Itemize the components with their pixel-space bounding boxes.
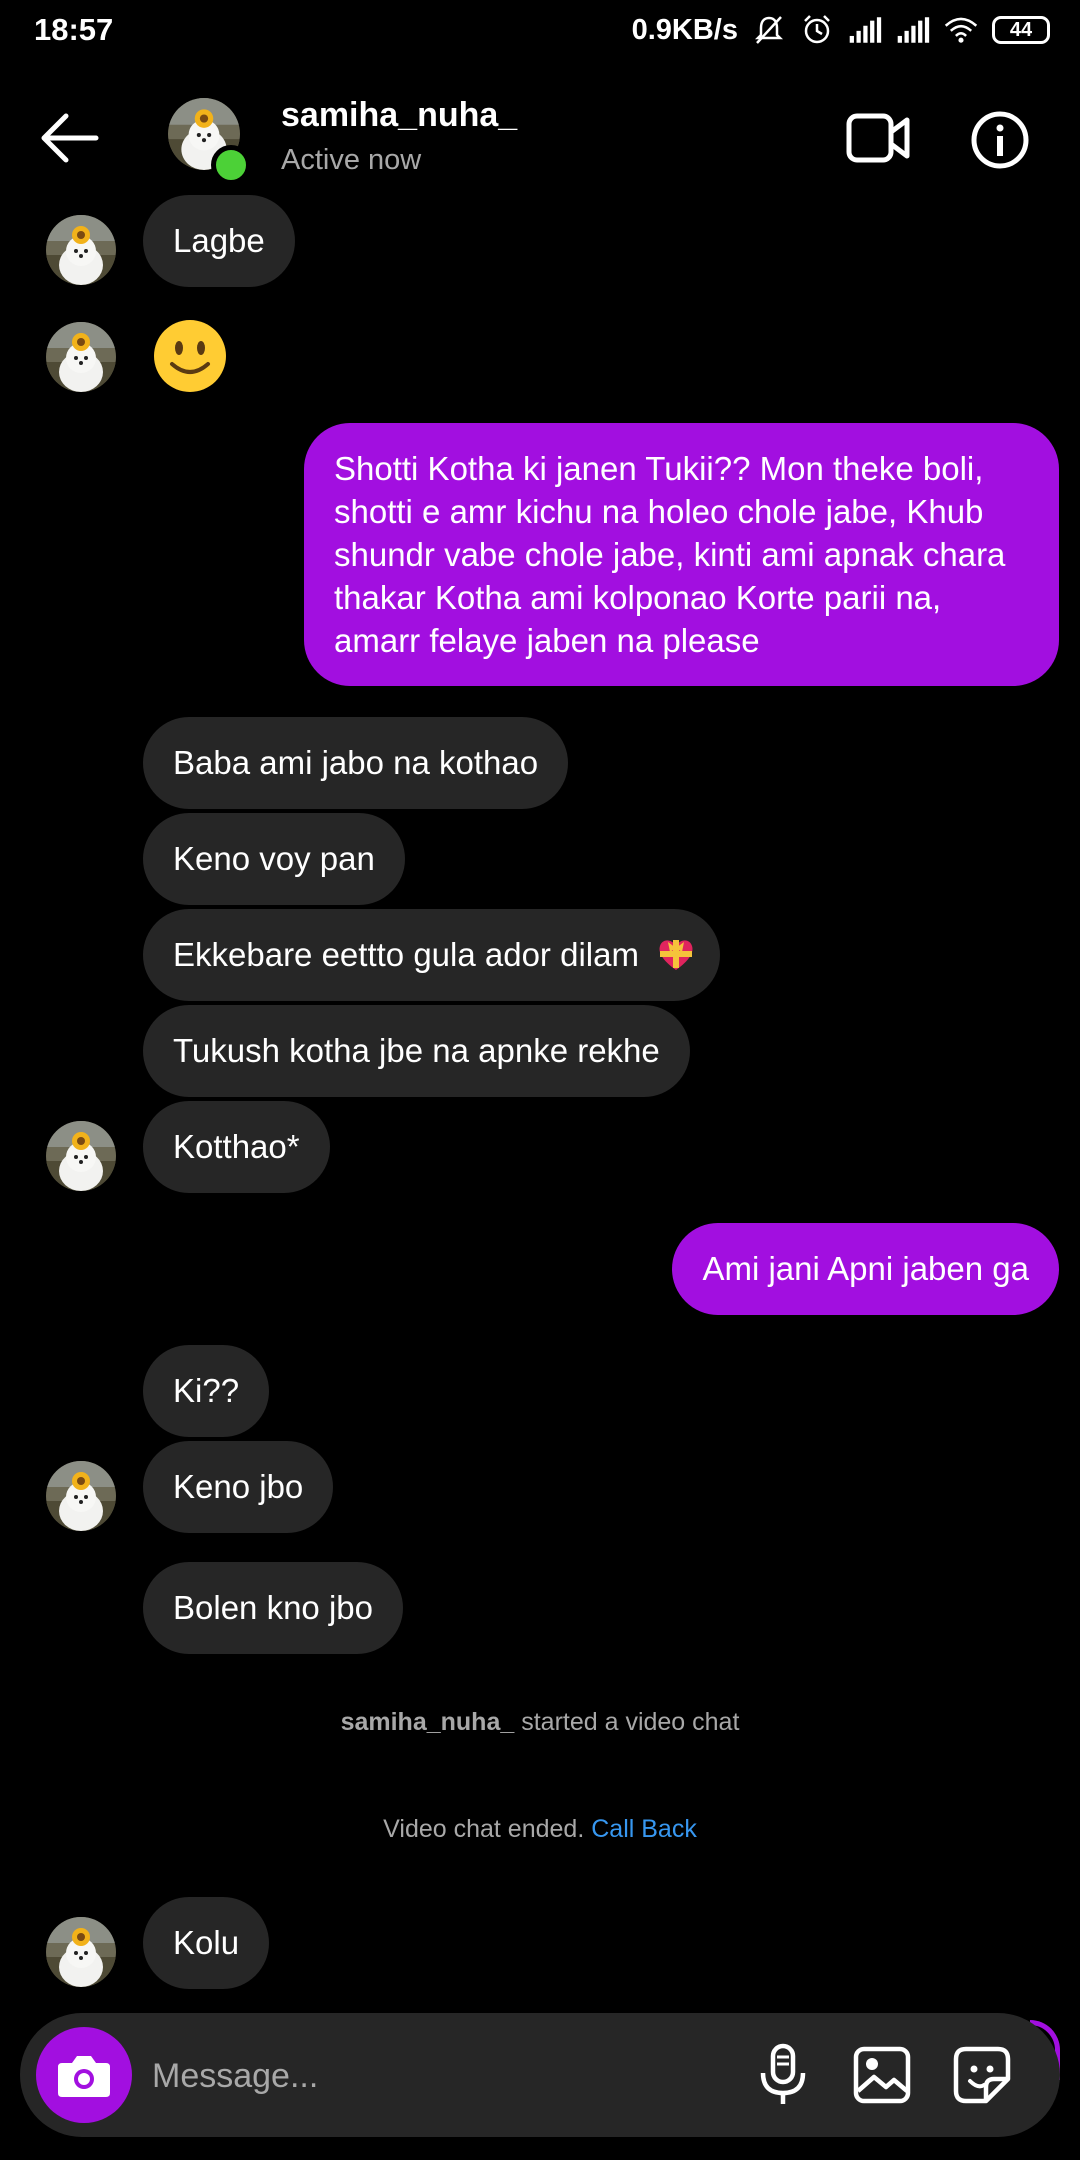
slightly-smiling-face-icon[interactable] [152, 318, 228, 394]
status-time: 18:57 [34, 12, 114, 47]
username[interactable]: samiha_nuha_ [281, 96, 517, 135]
video-chat-ended-notice: Video chat ended. Call Back [0, 1815, 1080, 1844]
message-bubble[interactable]: Ekkebare eettto gula ador dilam [143, 909, 721, 1001]
battery-icon: 44 [992, 16, 1050, 44]
message-text: Ekkebare eettto gula ador dilam [173, 936, 639, 973]
signal-icon [897, 17, 930, 43]
message-bubble[interactable]: Bolen kno jbo [143, 1562, 403, 1654]
camera-button[interactable] [36, 2027, 132, 2123]
message-input[interactable] [150, 2045, 754, 2107]
call-back-link[interactable]: Call Back [591, 1815, 697, 1843]
system-text: Video chat ended. [383, 1815, 585, 1843]
video-chat-started-notice: samiha_nuha_ started a video chat [0, 1708, 1080, 1737]
message-composer [20, 2013, 1060, 2137]
net-speed: 0.9KB/s [631, 13, 738, 46]
message-bubble[interactable]: Ami jani Apni jaben ga [672, 1223, 1059, 1315]
message-bubble[interactable]: Tukush kotha jbe na apnke rekhe [143, 1005, 690, 1097]
message-bubble[interactable]: Kotthao* [143, 1101, 330, 1193]
info-icon[interactable] [970, 110, 1030, 170]
chat-header: samiha_nuha_ Active now [0, 70, 1080, 204]
avatar[interactable] [46, 322, 116, 392]
camera-icon [58, 2056, 110, 2097]
message-bubble[interactable]: Kolu [143, 1897, 270, 1989]
status-icons: 0.9KB/s 44 [632, 10, 1050, 50]
avatar[interactable] [46, 215, 116, 285]
message-bubble[interactable]: Lagbe [143, 195, 295, 287]
mute-icon [754, 16, 784, 44]
back-arrow-icon[interactable] [36, 110, 106, 166]
online-indicator [211, 145, 251, 185]
message-bubble[interactable]: Ki?? [143, 1345, 270, 1437]
avatar[interactable] [46, 1461, 116, 1531]
sticker-icon[interactable] [952, 2045, 1012, 2105]
system-username[interactable]: samiha_nuha_ [341, 1708, 515, 1736]
video-camera-icon[interactable] [846, 110, 910, 166]
message-bubble[interactable]: Shotti Kotha ki janen Tukii?? Mon theke … [304, 423, 1059, 686]
system-text: started a video chat [521, 1708, 740, 1736]
microphone-icon[interactable] [753, 2043, 813, 2107]
active-status: Active now [281, 144, 422, 176]
avatar[interactable] [46, 1121, 116, 1191]
gallery-icon[interactable] [852, 2045, 912, 2105]
alarm-icon [804, 15, 830, 44]
status-bar: 18:57 0.9KB/s 44 [0, 0, 1080, 62]
heart-with-ribbon-icon [659, 940, 693, 970]
wifi-icon [944, 17, 978, 43]
message-bubble[interactable]: Keno voy pan [143, 813, 405, 905]
message-bubble[interactable]: Baba ami jabo na kothao [143, 717, 569, 809]
message-bubble[interactable]: Keno jbo [143, 1441, 334, 1533]
avatar[interactable] [46, 1917, 116, 1987]
signal-icon [849, 17, 882, 43]
